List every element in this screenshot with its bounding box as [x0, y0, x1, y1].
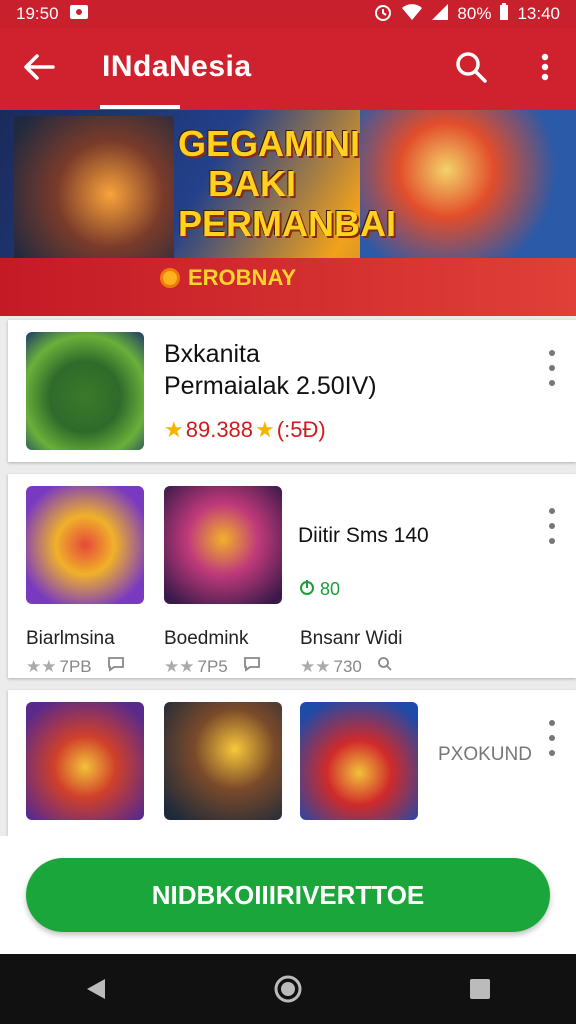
grid-side-label: PXOKUND	[438, 744, 532, 765]
banner-headline: GEGAMINI BAKI PERMANBAI	[178, 123, 397, 244]
banner-headline-line3: PERMANBAI	[178, 203, 397, 244]
grid-game-thumbnail[interactable]	[164, 486, 282, 604]
grid-more-button[interactable]	[542, 508, 562, 544]
grid-game-rating-value: 7P5	[197, 656, 228, 676]
nav-recents-button[interactable]	[460, 969, 500, 1009]
star-icon: ★★	[300, 656, 331, 676]
promo-banner[interactable]: GEGAMINI BAKI PERMANBAI EROBNAY	[0, 110, 576, 316]
grid-game-name: Bnsanr Widi	[300, 628, 403, 649]
nav-back-button[interactable]	[76, 969, 116, 1009]
featured-more-button[interactable]	[542, 350, 562, 386]
app-bar: INdaNesia	[0, 28, 576, 110]
notification-icon	[69, 4, 89, 25]
grid-game-thumbnail[interactable]	[26, 486, 144, 604]
nav-home-button[interactable]	[268, 969, 308, 1009]
primary-cta-button[interactable]: NIDBKOIIIRIVERTTOE	[26, 858, 550, 932]
grid-side-badge: 80	[298, 578, 340, 601]
grid-game-thumbnail[interactable]	[300, 702, 418, 820]
banner-strip-text: EROBNAY	[188, 265, 296, 290]
featured-title-line2: Permaialak 2.50IV)	[164, 372, 377, 400]
grid-game-thumbnail[interactable]	[26, 702, 144, 820]
overflow-menu-button[interactable]	[528, 46, 562, 88]
battery-percent: 80%	[457, 4, 492, 23]
star-icon: ★★	[26, 656, 57, 676]
chat-icon	[243, 656, 261, 677]
page-title: INdaNesia	[102, 50, 252, 83]
alarm-icon	[373, 2, 393, 27]
banner-headline-line1: GEGAMINI	[178, 123, 361, 164]
star-icon: ★★	[164, 656, 195, 676]
grid-game-rating: ★★ 730	[300, 656, 393, 677]
star-icon: ★	[255, 417, 275, 442]
square-recents-icon	[470, 979, 490, 999]
grid-game-item[interactable]: Biarlmsina ★★ 7PB	[26, 486, 156, 676]
featured-game-card[interactable]: Bxkanita Permaialak 2.50IV) ★ 89.388 ★ (…	[8, 320, 576, 462]
star-icon: ★	[164, 417, 184, 442]
search-icon	[456, 52, 487, 83]
grid-side-badge-value: 80	[320, 579, 341, 599]
grid-game-thumbnail[interactable]	[164, 702, 282, 820]
coin-icon	[160, 268, 180, 288]
game-grid-card-2: PXOKUND	[8, 690, 576, 840]
featured-rating: ★ 89.388 ★ (:5Ð)	[164, 417, 326, 443]
banner-strip-label: EROBNAY	[160, 265, 296, 291]
signal-icon	[431, 3, 449, 26]
grid-side-title: Diitir Sms 140	[298, 524, 429, 547]
grid-game-rating: ★★ 7P5	[164, 656, 261, 677]
system-navigation-bar	[0, 954, 576, 1024]
title-underline	[100, 105, 180, 109]
status-bar: 19:50 80% 13:40	[0, 0, 576, 28]
grid-game-rating: ★★ 7PB	[26, 656, 125, 677]
more-vertical-icon	[541, 53, 549, 81]
grid-more-button[interactable]	[542, 720, 562, 756]
grid-game-rating-value: 730	[333, 656, 362, 676]
featured-rating-count: (:5Ð)	[276, 417, 326, 442]
grid-game-name: Boedmink	[164, 628, 249, 649]
battery-icon	[499, 2, 509, 26]
featured-game-thumbnail[interactable]	[26, 332, 144, 450]
grid-game-name: Biarlmsina	[26, 628, 115, 649]
arrow-left-icon	[24, 54, 55, 80]
featured-game-title: Bxkanita Permaialak 2.50IV)	[164, 338, 377, 402]
triangle-back-icon	[87, 979, 105, 999]
banner-headline-line2: BAKI	[208, 163, 296, 204]
grid-game-item[interactable]: Boedmink ★★ 7P5	[164, 486, 294, 676]
grid-game-rating-value: 7PB	[59, 656, 92, 676]
bottom-action-area: NIDBKOIIIRIVERTTOE	[0, 836, 576, 954]
circle-home-icon	[274, 975, 302, 1003]
search-button[interactable]	[450, 46, 492, 88]
game-grid-card-1: Biarlmsina ★★ 7PB Boedmink ★★ 7P5 Bnsanr…	[8, 474, 576, 678]
wifi-icon	[401, 3, 423, 26]
chat-icon	[107, 656, 125, 677]
status-time: 19:50	[16, 4, 59, 23]
featured-title-line1: Bxkanita	[164, 340, 260, 368]
status-clock-right: 13:40	[517, 4, 560, 23]
featured-rating-value: 89.388	[185, 417, 254, 442]
back-button[interactable]	[18, 46, 60, 88]
search-icon	[377, 656, 393, 677]
download-icon	[298, 578, 316, 601]
